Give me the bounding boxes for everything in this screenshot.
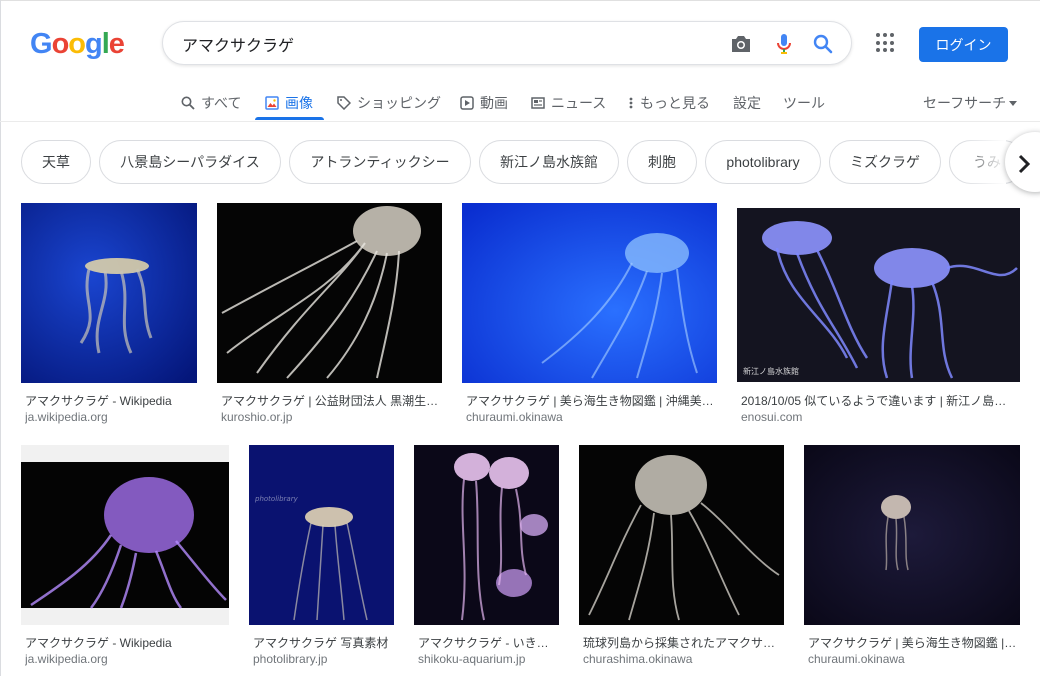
image-icon: [265, 96, 279, 110]
result-thumbnail[interactable]: 新江ノ島水族館: [737, 208, 1020, 382]
chip-label: photolibrary: [726, 154, 800, 170]
chip-photolibrary[interactable]: photolibrary: [705, 140, 821, 184]
image-result[interactable]: アマクサクラゲ | 美ら海生き物図鑑 | 沖縄美ら海水族館 churaumi.o…: [804, 445, 1020, 667]
tab-more[interactable]: もっと見る: [628, 86, 710, 120]
tab-shopping[interactable]: ショッピング: [337, 86, 441, 120]
result-domain[interactable]: shikoku-aquarium.jp: [418, 652, 557, 666]
tab-videos[interactable]: 動画: [460, 86, 508, 120]
image-result[interactable]: アマクサクラゲ - Wikipedia ja.wikipedia.org: [21, 203, 197, 425]
chip-atlantic[interactable]: アトランティックシー: [289, 140, 471, 184]
result-thumbnail[interactable]: [21, 445, 229, 625]
tab-label: もっと見る: [640, 95, 710, 111]
result-title[interactable]: アマクサクラゲ | 美ら海生き物図鑑 | 沖縄美ら海水族館: [466, 392, 715, 409]
tab-label: すべて: [201, 95, 242, 111]
login-button[interactable]: ログイン: [919, 27, 1008, 62]
result-domain[interactable]: enosui.com: [741, 410, 1018, 424]
chip-amakusa[interactable]: 天草: [21, 140, 91, 184]
tab-settings[interactable]: 設定: [733, 86, 761, 120]
tab-label: ニュース: [551, 95, 607, 111]
result-title[interactable]: 2018/10/05 似ているようで違います | 新江ノ島水族館: [741, 392, 1018, 409]
search-small-icon: [181, 96, 195, 110]
result-thumbnail[interactable]: [217, 203, 442, 383]
chip-label: 新江ノ島水族館: [500, 154, 598, 170]
search-box[interactable]: [162, 21, 852, 65]
result-title[interactable]: アマクサクラゲ 写真素材: [253, 634, 392, 651]
safesearch-label: セーフサーチ: [923, 95, 1007, 111]
window-top-edge: [0, 0, 1040, 1]
google-logo[interactable]: Google: [30, 28, 125, 62]
chip-label: 刺胞: [648, 154, 676, 170]
more-vert-icon: [629, 97, 633, 109]
chip-mizukurage[interactable]: ミズクラゲ: [829, 140, 941, 184]
tab-label: 動画: [480, 95, 508, 111]
result-domain[interactable]: churashima.okinawa: [583, 652, 782, 666]
result-thumbnail[interactable]: [579, 445, 784, 625]
tab-label: 画像: [285, 95, 313, 111]
search-icon[interactable]: [811, 32, 835, 56]
tab-news[interactable]: ニュース: [531, 86, 606, 120]
result-domain[interactable]: photolibrary.jp: [253, 652, 392, 666]
chips-fade: [960, 138, 1006, 186]
result-thumbnail[interactable]: [804, 445, 1020, 625]
chip-label: ミズクラゲ: [850, 154, 920, 170]
result-domain[interactable]: churaumi.okinawa: [466, 410, 715, 424]
result-title[interactable]: アマクサクラゲ | 公益財団法人 黒潮生物研究所: [221, 392, 440, 409]
chip-label: 天草: [42, 154, 70, 170]
image-result[interactable]: アマクサクラゲ | 公益財団法人 黒潮生物研究所 kuroshio.or.jp: [217, 203, 442, 425]
chip-enoshima-aquarium[interactable]: 新江ノ島水族館: [479, 140, 619, 184]
search-tabs: すべて 画像 ショッピング 動画 ニュース もっと見る 設定 ツール セーフサー…: [0, 86, 1040, 122]
result-domain[interactable]: kuroshio.or.jp: [221, 410, 440, 424]
image-result[interactable]: アマクサクラゲ - いきもの図鑑 shikoku-aquarium.jp: [414, 445, 559, 667]
news-icon: [531, 97, 545, 109]
chip-hakkeijima[interactable]: 八景島シーパラダイス: [99, 140, 281, 184]
chip-label: アトランティックシー: [310, 154, 450, 170]
tab-all[interactable]: すべて: [181, 86, 241, 120]
image-result[interactable]: アマクサクラゲ | 美ら海生き物図鑑 | 沖縄美ら海水族館 churaumi.o…: [462, 203, 717, 425]
tab-images[interactable]: 画像: [265, 86, 313, 120]
tab-tools[interactable]: ツール: [783, 86, 825, 120]
result-title[interactable]: アマクサクラゲ - Wikipedia: [25, 634, 227, 651]
caret-down-icon: [1009, 100, 1018, 106]
header-divider: [0, 121, 1040, 122]
tab-label: ツール: [783, 95, 825, 111]
microphone-icon[interactable]: [772, 32, 796, 56]
chip-cnidaria[interactable]: 刺胞: [627, 140, 697, 184]
result-title[interactable]: アマクサクラゲ - Wikipedia: [25, 392, 195, 409]
image-result[interactable]: photolibrary アマクサクラゲ 写真素材 photolibrary.j…: [249, 445, 394, 667]
result-thumbnail[interactable]: [414, 445, 559, 625]
chip-label: 八景島シーパラダイス: [120, 154, 260, 170]
result-title[interactable]: 琉球列島から採集されたアマクサクラゲ: [583, 634, 782, 651]
apps-grid-icon[interactable]: [876, 33, 896, 53]
image-watermark: photolibrary: [254, 495, 299, 503]
search-input[interactable]: [182, 33, 702, 55]
result-title[interactable]: アマクサクラゲ | 美ら海生き物図鑑 | 沖縄美ら海水族館: [808, 634, 1018, 651]
image-result[interactable]: 琉球列島から採集されたアマクサクラゲ churashima.okinawa: [579, 445, 784, 667]
result-domain[interactable]: ja.wikipedia.org: [25, 410, 195, 424]
result-domain[interactable]: churaumi.okinawa: [808, 652, 1018, 666]
result-title[interactable]: アマクサクラゲ - いきもの図鑑: [418, 634, 557, 651]
active-tab-indicator: [255, 117, 324, 120]
tag-icon: [337, 96, 351, 110]
tab-label: ショッピング: [357, 95, 441, 111]
safesearch-dropdown[interactable]: セーフサーチ: [923, 86, 1018, 120]
tab-label: 設定: [733, 95, 761, 111]
image-result[interactable]: 新江ノ島水族館 2018/10/05 似ているようで違います | 新江ノ島水族館…: [737, 203, 1020, 425]
image-result[interactable]: アマクサクラゲ - Wikipedia ja.wikipedia.org: [21, 445, 229, 667]
result-domain[interactable]: ja.wikipedia.org: [25, 652, 227, 666]
result-thumbnail[interactable]: photolibrary: [249, 445, 394, 625]
result-thumbnail[interactable]: [21, 203, 197, 383]
image-watermark: 新江ノ島水族館: [743, 366, 799, 376]
play-icon: [460, 96, 474, 110]
chevron-right-icon: [1018, 154, 1031, 174]
result-thumbnail[interactable]: [462, 203, 717, 383]
camera-icon[interactable]: [729, 32, 753, 56]
